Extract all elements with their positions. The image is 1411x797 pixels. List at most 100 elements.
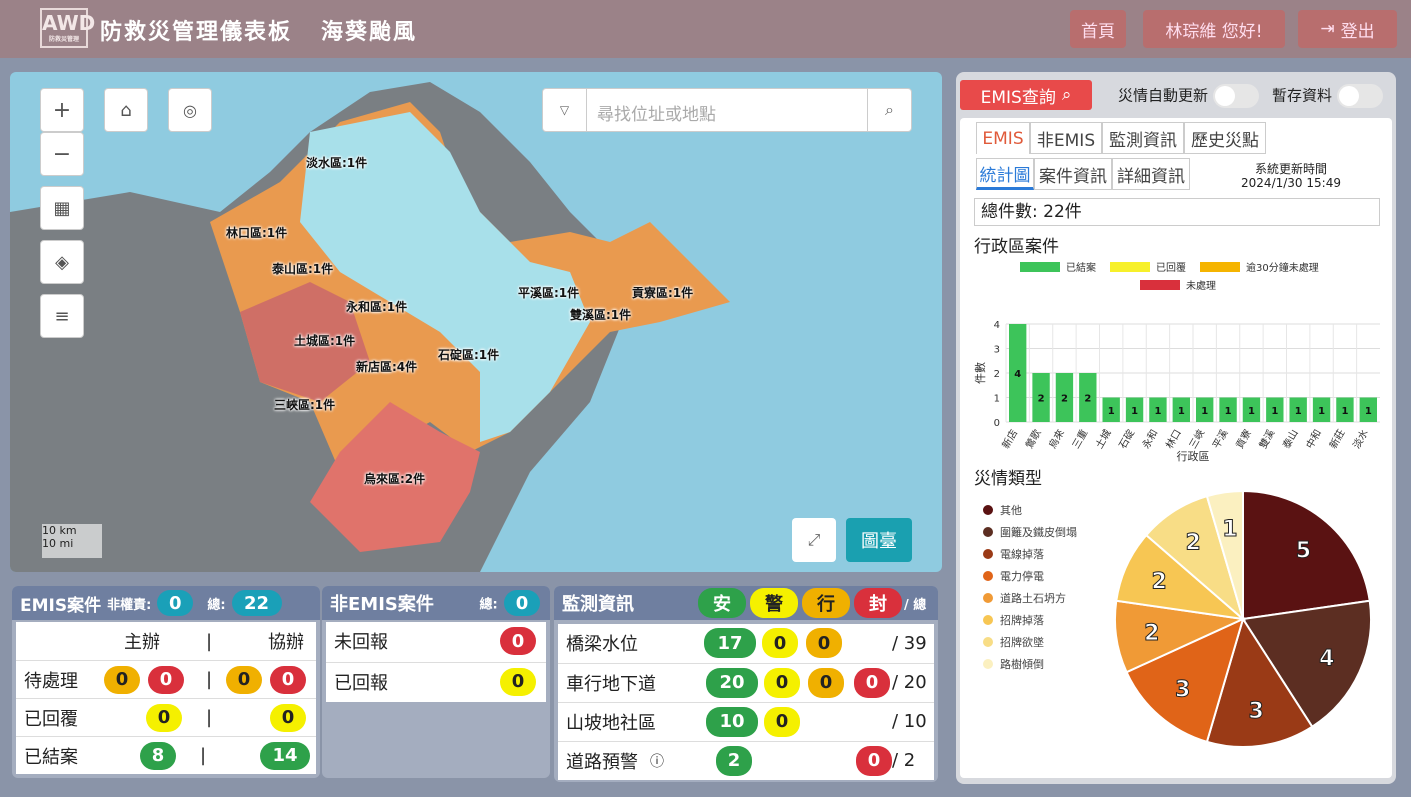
x-tick-label: 新莊 <box>1326 427 1347 451</box>
district-label[interactable]: 永和區:1件 <box>346 298 407 315</box>
district-label[interactable]: 土城區:1件 <box>294 332 355 349</box>
bar-value-label: 1 <box>1225 406 1232 417</box>
bridge-action[interactable]: 0 <box>806 628 842 658</box>
legend-label: 圍籬及鐵皮倒塌 <box>1000 525 1077 539</box>
tab-history[interactable]: 歷史災點 <box>1184 122 1266 154</box>
subtab-details[interactable]: 詳細資訊 <box>1112 158 1190 190</box>
stats-panel: EMIS查詢 ⌕ 災情自動更新 暫存資料 EMIS 非EMIS 監測資訊 歷史災點… <box>956 72 1396 784</box>
underpass-closed[interactable]: 0 <box>854 667 890 698</box>
non-emis-total[interactable]: 0 <box>504 590 540 616</box>
subtab-cases[interactable]: 案件資訊 <box>1034 158 1112 190</box>
bar-value-label: 2 <box>1038 394 1045 405</box>
x-axis-label: 行政區 <box>1177 449 1210 463</box>
bar-value-label: 1 <box>1248 406 1255 417</box>
tab-emis[interactable]: EMIS <box>976 122 1030 154</box>
page-title: 防救災管理儀表板 海葵颱風 <box>100 20 418 45</box>
bar-value-label: 1 <box>1108 406 1115 417</box>
district-label[interactable]: 雙溪區:1件 <box>570 306 631 323</box>
emis-panel: EMIS案件 非權責: 0 總: 22 主辦 | 協辦 待處理 0 0 | 0 0 … <box>12 586 320 778</box>
underpass-safe[interactable]: 20 <box>706 667 758 698</box>
x-tick-label: 三峽 <box>1186 427 1207 451</box>
logout-button[interactable]: ⇥ 登出 <box>1298 10 1397 48</box>
tab-non-emis[interactable]: 非EMIS <box>1030 122 1102 154</box>
locate-button[interactable]: ◎ <box>168 88 212 132</box>
home-view-button[interactable]: ⌂ <box>104 88 148 132</box>
pending-assist-unhandled[interactable]: 0 <box>270 665 306 694</box>
legend-label: 道路土石坍方 <box>1000 591 1066 605</box>
fullscreen-button[interactable]: ⤢ <box>792 518 836 562</box>
pending-main-count[interactable]: 0 <box>104 665 140 694</box>
home-button[interactable]: 首頁 <box>1070 10 1126 48</box>
list-icon: ≡ <box>54 305 70 327</box>
search-dropdown[interactable]: ▽ <box>543 89 587 131</box>
replied-main-count[interactable]: 0 <box>146 703 182 732</box>
layers-icon: ◈ <box>55 251 69 273</box>
layers-button[interactable]: ◈ <box>40 240 84 284</box>
x-tick-label: 平溪 <box>1210 428 1230 451</box>
bridge-warn[interactable]: 0 <box>762 628 798 658</box>
reported-count[interactable]: 0 <box>500 667 536 696</box>
district-label[interactable]: 石碇區:1件 <box>438 346 499 363</box>
x-tick-label: 三重 <box>1069 427 1090 451</box>
road-warn-safe[interactable]: 2 <box>716 745 752 776</box>
list-button[interactable]: ≡ <box>40 294 84 338</box>
district-label[interactable]: 三峽區:1件 <box>274 396 335 413</box>
slope-warn[interactable]: 0 <box>764 706 800 737</box>
district-label[interactable]: 林口區:1件 <box>226 224 287 241</box>
basemap-button[interactable]: 圖臺 <box>846 518 912 562</box>
emis-total-count[interactable]: 22 <box>231 590 282 616</box>
auto-update-toggle[interactable] <box>1212 84 1259 108</box>
underpass-action[interactable]: 0 <box>808 667 844 698</box>
unassigned-count[interactable]: 0 <box>157 590 194 616</box>
district-label[interactable]: 平溪區:1件 <box>518 284 579 301</box>
district-label[interactable]: 淡水區:1件 <box>306 154 367 171</box>
closed-main-count[interactable]: 8 <box>140 741 176 770</box>
closed-assist-count[interactable]: 14 <box>260 741 310 770</box>
x-tick-label: 石碇 <box>1116 427 1137 451</box>
zoom-in-button[interactable]: + <box>40 88 84 132</box>
legend-swatch <box>983 505 993 515</box>
x-tick-label: 雙溪 <box>1256 427 1277 451</box>
legend-label: 招牌掉落 <box>1000 613 1044 627</box>
emis-query-button[interactable]: EMIS查詢 ⌕ <box>960 80 1092 110</box>
bridge-safe[interactable]: 17 <box>704 628 756 658</box>
replied-assist-count[interactable]: 0 <box>270 703 306 732</box>
status-closed-header: 封 <box>854 588 902 618</box>
legend-label: 電力停電 <box>1000 569 1044 583</box>
underpass-warn[interactable]: 0 <box>764 667 800 698</box>
subtab-chart[interactable]: 統計圖 <box>976 158 1034 190</box>
pie-value-label: 5 <box>1296 538 1311 563</box>
bar-value-label: 1 <box>1318 406 1325 417</box>
bar-value-label: 1 <box>1201 406 1208 417</box>
slope-safe[interactable]: 10 <box>706 706 758 737</box>
legend-label: 路樹傾倒 <box>1000 657 1044 671</box>
cache-toggle[interactable] <box>1336 84 1383 108</box>
district-label[interactable]: 貢寮區:1件 <box>632 284 693 301</box>
grid-button[interactable]: ▦ <box>40 186 84 230</box>
pie-value-label: 3 <box>1248 699 1263 724</box>
unreported-count[interactable]: 0 <box>500 627 536 655</box>
top-bar: AWD 防救災管理 防救災管理儀表板 海葵颱風 首頁 林琮維 您好! ⇥ 登出 <box>0 0 1411 58</box>
pending-main-unhandled[interactable]: 0 <box>148 665 184 694</box>
map-view[interactable]: + − ⌂ ◎ ▦ ◈ ≡ ▽ 尋找位址或地點 ⌕ 淡水區:1件 林口區:1件 … <box>10 72 942 572</box>
y-axis-label: 件數 <box>974 362 987 384</box>
map-pin-icon: ◎ <box>183 100 197 120</box>
x-tick-label: 土城 <box>1093 427 1114 451</box>
user-greeting-button[interactable]: 林琮維 您好! <box>1143 10 1285 48</box>
district-label[interactable]: 泰山區:1件 <box>272 260 333 277</box>
map-search[interactable]: ▽ 尋找位址或地點 ⌕ <box>542 88 912 132</box>
info-icon[interactable]: ⓘ <box>650 751 664 771</box>
x-tick-label: 泰山 <box>1280 427 1301 451</box>
expand-icon: ⤢ <box>807 530 821 549</box>
legend-swatch <box>983 659 993 669</box>
district-label[interactable]: 烏來區:2件 <box>364 470 425 487</box>
zoom-out-button[interactable]: − <box>40 132 84 176</box>
district-label[interactable]: 新店區:4件 <box>356 358 417 375</box>
search-button[interactable]: ⌕ <box>867 89 911 131</box>
legend-label: 招牌欲墜 <box>1000 635 1044 649</box>
search-input[interactable]: 尋找位址或地點 <box>597 100 716 125</box>
pending-assist-count[interactable]: 0 <box>226 665 262 694</box>
legend-swatch <box>983 527 993 537</box>
tab-monitor[interactable]: 監測資訊 <box>1102 122 1184 154</box>
road-warn-closed[interactable]: 0 <box>856 745 892 776</box>
